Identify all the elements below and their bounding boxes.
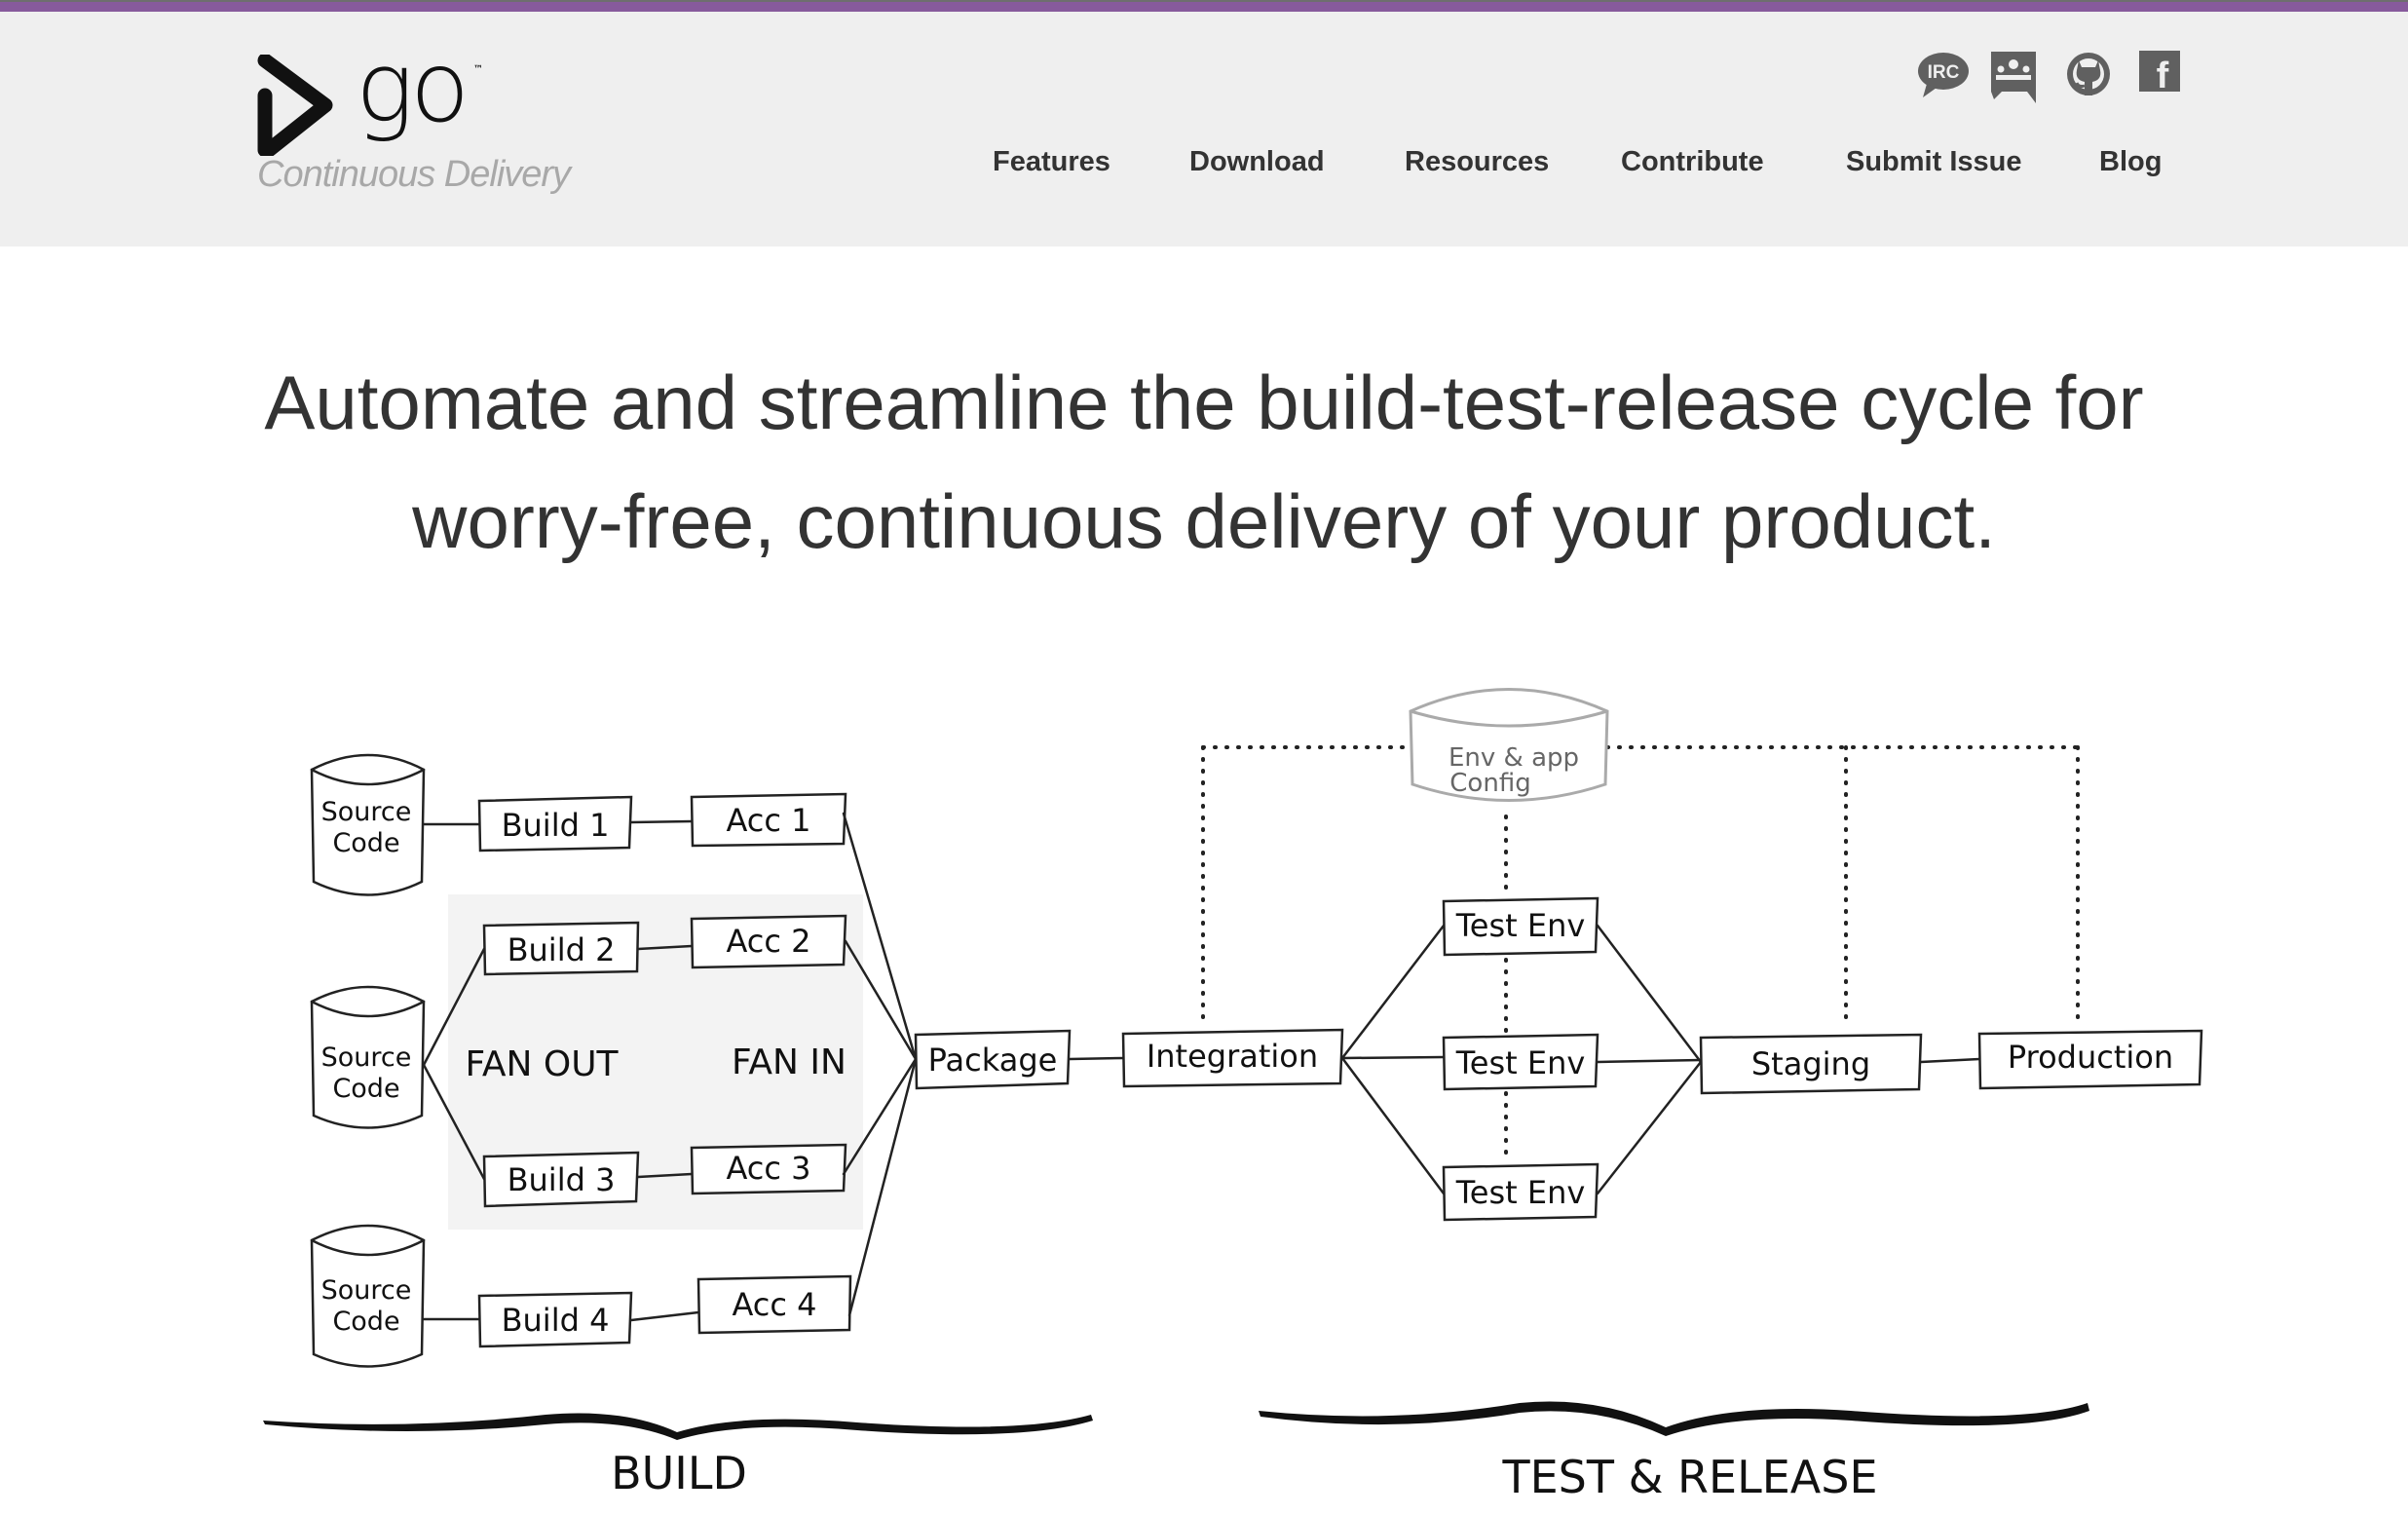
test-env-1-label: Test Env xyxy=(1455,907,1586,944)
package-label: Package xyxy=(928,1042,1058,1079)
source-code-label: Code xyxy=(332,1307,399,1337)
config-label: Config xyxy=(1449,769,1530,798)
build-3-label: Build 3 xyxy=(508,1161,616,1198)
source-code-label: Source xyxy=(321,797,412,827)
acc-2-label: Acc 2 xyxy=(726,923,810,960)
staging-label: Staging xyxy=(1751,1045,1870,1082)
acc-1-label: Acc 1 xyxy=(726,802,810,839)
fan-in-label: FAN IN xyxy=(732,1042,847,1082)
source-code-label: Source xyxy=(321,1275,412,1306)
test-release-section-label: TEST & RELEASE xyxy=(1501,1451,1877,1503)
test-env-3-label: Test Env xyxy=(1455,1174,1586,1211)
test-env-2-label: Test Env xyxy=(1455,1044,1586,1081)
source-code-label: Source xyxy=(321,1042,412,1073)
pipeline-diagram: Source Code Source Code Source Code Buil… xyxy=(263,688,2203,1503)
source-code-label: Code xyxy=(332,828,399,858)
build-2-label: Build 2 xyxy=(508,931,616,968)
fan-out-label: FAN OUT xyxy=(465,1044,619,1084)
test-release-brace xyxy=(1259,1401,2089,1436)
config-dotted-lines xyxy=(1201,745,2080,1163)
acc-4-label: Acc 4 xyxy=(732,1286,816,1323)
integration-label: Integration xyxy=(1147,1038,1318,1075)
build-1-label: Build 1 xyxy=(502,807,610,844)
source-code-label: Code xyxy=(332,1074,399,1104)
build-brace xyxy=(263,1413,1093,1440)
production-label: Production xyxy=(2008,1039,2173,1076)
acc-3-label: Acc 3 xyxy=(726,1150,810,1187)
build-section-label: BUILD xyxy=(611,1447,747,1499)
build-4-label: Build 4 xyxy=(502,1302,610,1339)
